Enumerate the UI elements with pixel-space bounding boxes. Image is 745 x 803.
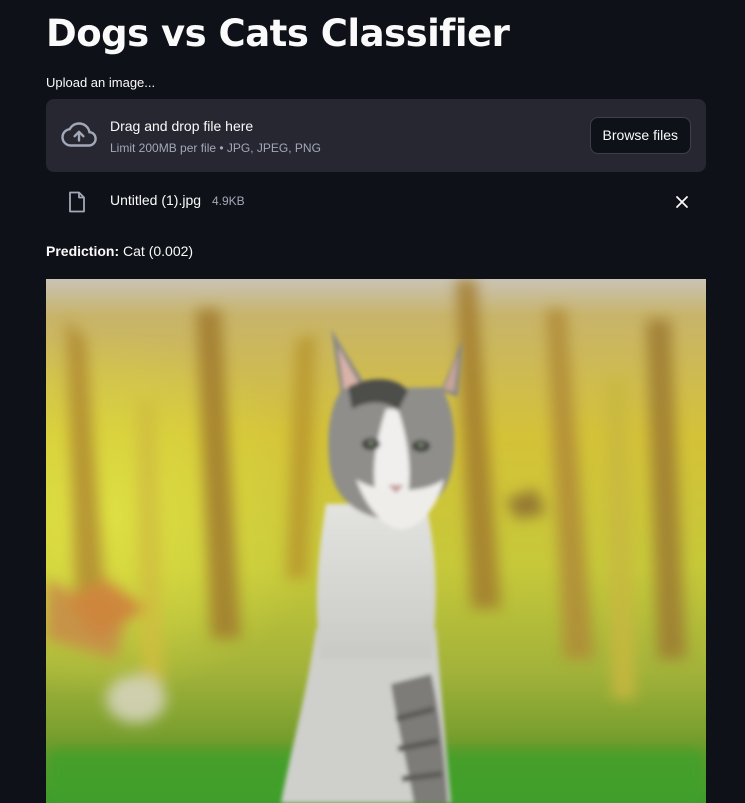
uploaded-file-row: Untitled (1).jpg 4.9KB bbox=[46, 183, 706, 221]
page-title: Dogs vs Cats Classifier bbox=[46, 12, 510, 55]
dropzone-title: Drag and drop file here bbox=[110, 118, 254, 134]
browse-files-button[interactable]: Browse files bbox=[589, 117, 691, 154]
file-name: Untitled (1).jpg bbox=[110, 192, 202, 208]
prediction-label: Prediction: bbox=[46, 243, 120, 259]
file-dropzone[interactable]: Drag and drop file here Limit 200MB per … bbox=[46, 99, 706, 172]
file-icon bbox=[69, 191, 85, 213]
uploaded-image bbox=[46, 279, 706, 803]
dropzone-limits: Limit 200MB per file • JPG, JPEG, PNG bbox=[110, 141, 321, 155]
app-container: Dogs vs Cats Classifier Upload an image.… bbox=[0, 0, 745, 803]
cat-photo bbox=[46, 279, 706, 803]
upload-label: Upload an image... bbox=[46, 75, 156, 90]
cloud-upload-icon bbox=[61, 122, 97, 147]
file-size: 4.9KB bbox=[212, 194, 245, 208]
prediction-text: Prediction: Cat (0.002) bbox=[46, 243, 193, 259]
close-icon[interactable] bbox=[674, 194, 690, 210]
prediction-value: Cat (0.002) bbox=[123, 243, 194, 259]
